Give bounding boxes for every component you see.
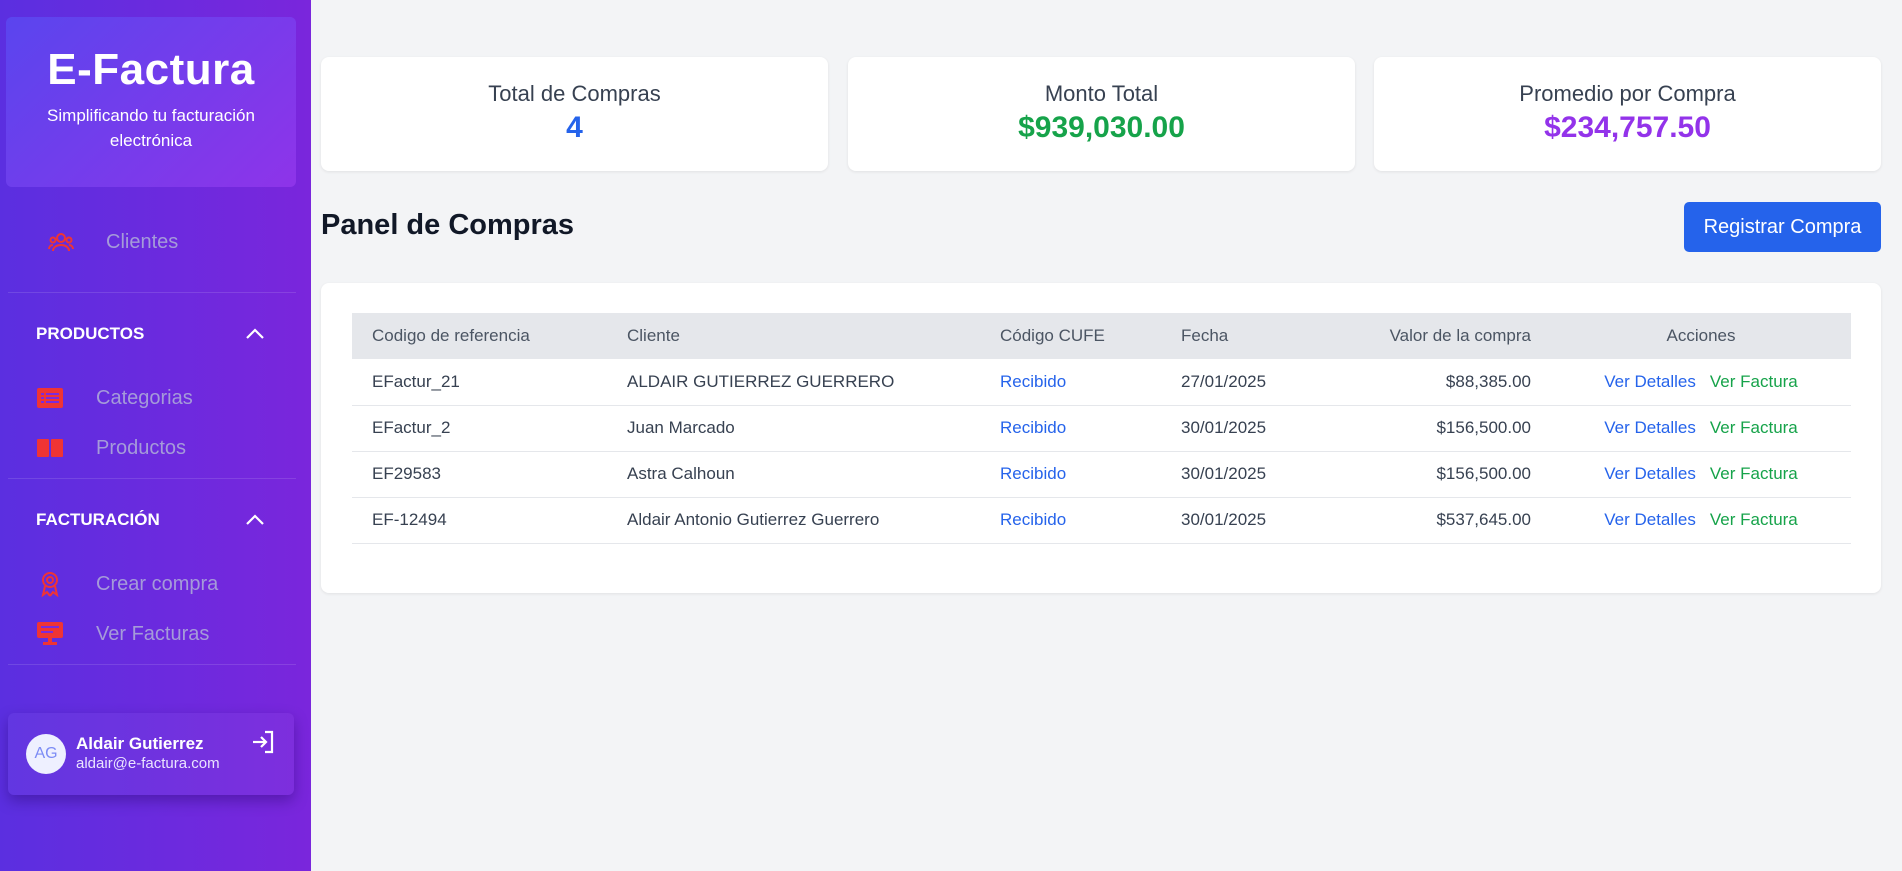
- sidebar-item-label: Clientes: [106, 230, 179, 253]
- sidebar: E-Factura Simplificando tu facturación e…: [0, 0, 311, 871]
- sidebar-item-label: Categorias: [96, 386, 193, 409]
- cell-amount: $88,385.00: [1341, 359, 1551, 406]
- column-header: Valor de la compra: [1389, 326, 1531, 345]
- user-card: AG Aldair Gutierrez aldair@e-factura.com: [8, 713, 294, 795]
- book-icon: [36, 434, 64, 462]
- brand-panel: E-Factura Simplificando tu facturación e…: [6, 17, 296, 187]
- cell-ref: EF-12494: [352, 497, 607, 544]
- badge-icon: [36, 570, 64, 598]
- sidebar-divider: [8, 478, 296, 479]
- user-name: Aldair Gutierrez: [76, 734, 204, 753]
- cell-cufe: Recibido: [980, 451, 1161, 498]
- sidebar-item-categorias[interactable]: Categorias: [0, 378, 300, 418]
- logout-icon[interactable]: [248, 727, 278, 757]
- app-title: E-Factura: [47, 45, 255, 94]
- app-subtitle: Simplificando tu facturación electrónica: [47, 106, 255, 150]
- register-purchase-button[interactable]: Registrar Compra: [1684, 202, 1881, 252]
- stat-value: $234,757.50: [1544, 111, 1711, 144]
- sidebar-item-crear-compra[interactable]: Crear compra: [0, 564, 300, 604]
- chevron-up-icon: [244, 509, 266, 531]
- section-title: PRODUCTOS: [36, 324, 145, 343]
- sidebar-item-label: Crear compra: [96, 572, 219, 595]
- view-invoice-link[interactable]: Ver Factura: [1710, 510, 1798, 529]
- section-title: FACTURACIÓN: [36, 510, 160, 529]
- table-row: EFactur_21 ALDAIR GUTIERREZ GUERRERO Rec…: [352, 359, 1851, 406]
- cell-amount: $156,500.00: [1341, 405, 1551, 452]
- column-header: Cliente: [627, 326, 680, 345]
- cell-client: Aldair Antonio Gutierrez Guerrero: [607, 497, 980, 544]
- cell-ref: EFactur_2: [352, 405, 607, 452]
- cell-amount: $537,645.00: [1341, 497, 1551, 544]
- view-details-link[interactable]: Ver Detalles: [1604, 464, 1696, 483]
- section-productos-toggle[interactable]: PRODUCTOS: [36, 319, 266, 349]
- sidebar-item-ver-facturas[interactable]: Ver Facturas: [0, 614, 300, 654]
- cell-actions: Ver Detalles Ver Factura: [1551, 359, 1851, 406]
- cell-date: 27/01/2025: [1161, 359, 1341, 406]
- user-email: aldair@e-factura.com: [76, 755, 220, 772]
- cell-date: 30/01/2025: [1161, 497, 1341, 544]
- column-header: Código CUFE: [1000, 326, 1105, 345]
- cell-cufe: Recibido: [980, 497, 1161, 544]
- cell-client: Astra Calhoun: [607, 451, 980, 498]
- stat-card-monto-total: Monto Total $939,030.00: [848, 57, 1355, 171]
- section-facturacion-toggle[interactable]: FACTURACIÓN: [36, 505, 266, 535]
- purchases-table-card: Codigo de referencia Cliente Código CUFE…: [321, 283, 1881, 593]
- cell-client: Juan Marcado: [607, 405, 980, 452]
- cell-actions: Ver Detalles Ver Factura: [1551, 405, 1851, 452]
- table-row: EF-12494 Aldair Antonio Gutierrez Guerre…: [352, 497, 1851, 544]
- users-icon: [47, 228, 75, 256]
- view-details-link[interactable]: Ver Detalles: [1604, 510, 1696, 529]
- stat-value: 4: [566, 111, 583, 144]
- chevron-up-icon: [244, 323, 266, 345]
- cell-amount: $156,500.00: [1341, 451, 1551, 498]
- sidebar-item-clientes[interactable]: Clientes: [0, 222, 300, 262]
- list-icon: [36, 384, 64, 412]
- cell-ref: EFactur_21: [352, 359, 607, 406]
- stat-card-total-compras: Total de Compras 4: [321, 57, 828, 171]
- sidebar-item-label: Productos: [96, 436, 187, 459]
- cell-date: 30/01/2025: [1161, 405, 1341, 452]
- cell-client: ALDAIR GUTIERREZ GUERRERO: [607, 359, 980, 406]
- purchases-table: Codigo de referencia Cliente Código CUFE…: [352, 313, 1851, 544]
- avatar: AG: [26, 734, 66, 774]
- column-header: Fecha: [1181, 326, 1229, 345]
- cell-actions: Ver Detalles Ver Factura: [1551, 451, 1851, 498]
- stat-label: Total de Compras: [488, 81, 661, 106]
- monitor-icon: [36, 620, 64, 648]
- stat-card-promedio: Promedio por Compra $234,757.50: [1374, 57, 1881, 171]
- cell-date: 30/01/2025: [1161, 451, 1341, 498]
- view-details-link[interactable]: Ver Detalles: [1604, 372, 1696, 391]
- table-row: EF29583 Astra Calhoun Recibido 30/01/202…: [352, 451, 1851, 498]
- sidebar-item-label: Ver Facturas: [96, 622, 210, 645]
- view-invoice-link[interactable]: Ver Factura: [1710, 464, 1798, 483]
- page-title: Panel de Compras: [321, 209, 575, 241]
- column-header: Codigo de referencia: [372, 326, 530, 345]
- column-header: Acciones: [1666, 326, 1736, 345]
- cell-cufe: Recibido: [980, 405, 1161, 452]
- stat-label: Promedio por Compra: [1519, 81, 1736, 106]
- cell-cufe: Recibido: [980, 359, 1161, 406]
- table-header-row: Codigo de referencia Cliente Código CUFE…: [352, 313, 1851, 359]
- stat-value: $939,030.00: [1018, 111, 1185, 144]
- sidebar-item-productos[interactable]: Productos: [0, 428, 300, 468]
- sidebar-divider: [8, 292, 296, 293]
- cell-actions: Ver Detalles Ver Factura: [1551, 497, 1851, 544]
- stat-label: Monto Total: [1044, 81, 1159, 106]
- table-row: EFactur_2 Juan Marcado Recibido 30/01/20…: [352, 405, 1851, 452]
- cell-ref: EF29583: [352, 451, 607, 498]
- view-details-link[interactable]: Ver Detalles: [1604, 418, 1696, 437]
- view-invoice-link[interactable]: Ver Factura: [1710, 418, 1798, 437]
- sidebar-divider: [8, 664, 296, 665]
- view-invoice-link[interactable]: Ver Factura: [1710, 372, 1798, 391]
